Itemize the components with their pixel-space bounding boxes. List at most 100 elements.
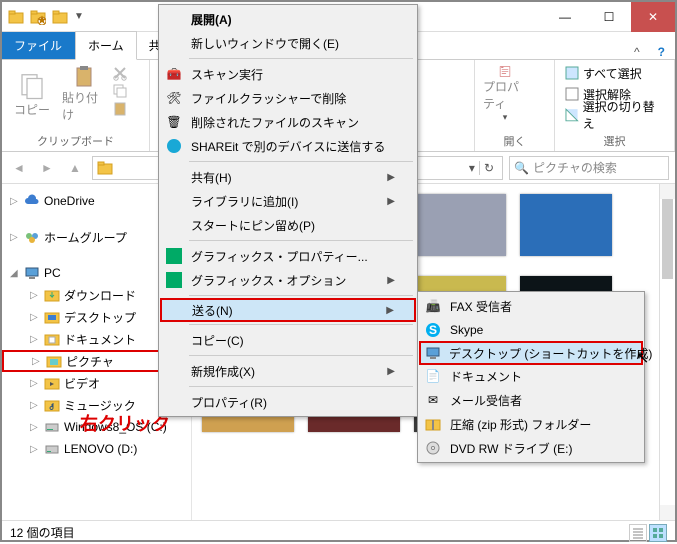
deleted-scan-icon: 🗑 <box>165 113 183 131</box>
view-thumbnails-button[interactable] <box>649 524 667 542</box>
search-placeholder: ピクチャの検索 <box>533 159 617 176</box>
vertical-scrollbar[interactable] <box>659 184 675 520</box>
folder-icon[interactable] <box>52 9 68 25</box>
thumbnail-image <box>520 194 612 256</box>
copy-path-icon[interactable] <box>112 83 128 99</box>
select-all-button[interactable]: すべて選択 <box>561 63 646 83</box>
refresh-button[interactable]: ↻ <box>479 161 498 175</box>
documents-icon <box>44 331 60 347</box>
ctx-gfx-prop[interactable]: グラフィックス・プロパティー... <box>161 244 415 268</box>
select-invert-icon <box>565 108 579 122</box>
thumbnail-item[interactable] <box>520 194 612 260</box>
ctx-crusher[interactable]: 🛠ファイルクラッシャーで削除 <box>161 86 415 110</box>
downloads-icon <box>44 287 60 303</box>
tab-home[interactable]: ホーム <box>75 31 137 60</box>
cut-icon[interactable] <box>112 65 128 81</box>
ctx-copy[interactable]: コピー(C) <box>161 328 415 352</box>
crusher-icon: 🛠 <box>165 89 183 107</box>
skype-icon: S <box>424 321 442 339</box>
nav-up-button[interactable]: ▲ <box>64 157 86 179</box>
dvd-icon <box>424 439 442 457</box>
svg-text:S: S <box>429 323 437 337</box>
ctx-scan[interactable]: 🧰スキャン実行 <box>161 62 415 86</box>
pc-icon <box>24 265 40 281</box>
ctx-pin-start[interactable]: スタートにピン留め(P) <box>161 213 415 237</box>
ctx-new-window[interactable]: 新しいウィンドウで開く(E) <box>161 31 415 55</box>
folder-icon <box>97 160 113 176</box>
new-folder-icon[interactable]: ★ <box>30 9 46 25</box>
ribbon-group-label: 選択 <box>561 131 668 151</box>
tree-d-drive[interactable]: ▷LENOVO (D:) <box>2 438 191 460</box>
ribbon-group-select: すべて選択 選択解除 選択の切り替え 選択 <box>555 60 675 151</box>
scan-icon: 🧰 <box>165 65 183 83</box>
cloud-icon <box>24 193 40 209</box>
ribbon-group-label: クリップボード <box>8 131 143 151</box>
shareit-icon <box>165 137 183 155</box>
ctx-shareit[interactable]: SHAREit で別のデバイスに送信する <box>161 134 415 158</box>
drive-icon <box>44 419 60 435</box>
ctx-properties[interactable]: プロパティ(R) <box>161 390 415 414</box>
desktop-shortcut-icon <box>425 344 441 362</box>
close-button[interactable]: ✕ <box>631 2 675 32</box>
intel-icon <box>165 271 183 289</box>
details-view-icon <box>632 527 644 539</box>
ctx-share[interactable]: 共有(H)▶ <box>161 165 415 189</box>
item-count: 12 個の項目 <box>10 524 75 541</box>
copy-button[interactable]: コピー <box>8 63 56 125</box>
properties-button[interactable]: プロパティ ▾ <box>481 63 529 125</box>
sendto-mail[interactable]: ✉メール受信者 <box>420 388 642 412</box>
thumbnail-image <box>414 194 506 256</box>
scrollbar-thumb[interactable] <box>662 199 673 279</box>
select-none-icon <box>565 87 579 101</box>
context-menu: 展開(A) 新しいウィンドウで開く(E) 🧰スキャン実行 🛠ファイルクラッシャー… <box>158 4 418 417</box>
nav-forward-button[interactable]: ► <box>36 157 58 179</box>
ctx-send-to[interactable]: 送る(N)▶ <box>160 298 416 322</box>
sendto-dvd[interactable]: DVD RW ドライブ (E:) <box>420 436 642 460</box>
intel-icon <box>165 247 183 265</box>
ctx-expand[interactable]: 展開(A) <box>161 7 415 31</box>
ctx-gfx-opt[interactable]: グラフィックス・オプション▶ <box>161 268 415 292</box>
cursor-icon: ↖ <box>636 348 649 368</box>
qat-dropdown-icon[interactable]: ▼ <box>74 11 84 22</box>
maximize-button[interactable]: ☐ <box>587 2 631 32</box>
status-bar: 12 個の項目 <box>2 520 675 544</box>
tab-file[interactable]: ファイル <box>2 32 75 59</box>
send-to-submenu: 📠FAX 受信者 SSkype デスクトップ (ショートカットを作成) 📄ドキュ… <box>417 291 645 463</box>
annotation-right-click: 右クリック <box>80 410 170 436</box>
sendto-desktop-shortcut[interactable]: デスクトップ (ショートカットを作成) <box>419 341 643 365</box>
drive-icon <box>44 441 60 457</box>
paste-button[interactable]: 貼り付け <box>60 63 108 125</box>
svg-text:★: ★ <box>37 13 46 25</box>
copy-icon <box>17 71 47 101</box>
mail-icon: ✉ <box>424 391 442 409</box>
help-icon[interactable]: ? <box>648 45 675 59</box>
nav-back-button[interactable]: ◄ <box>8 157 30 179</box>
ribbon-group-clipboard: コピー 貼り付け クリップボード <box>2 60 150 151</box>
thumb-view-icon <box>652 527 664 539</box>
ribbon-collapse-icon[interactable]: ^ <box>626 45 648 59</box>
properties-icon <box>490 65 520 78</box>
ctx-new[interactable]: 新規作成(X)▶ <box>161 359 415 383</box>
folder-app-icon <box>8 9 24 25</box>
ctx-add-library[interactable]: ライブラリに追加(I)▶ <box>161 189 415 213</box>
pictures-icon <box>46 353 62 369</box>
select-invert-button[interactable]: 選択の切り替え <box>561 105 668 125</box>
sendto-fax[interactable]: 📠FAX 受信者 <box>420 294 642 318</box>
address-dropdown-icon[interactable]: ▾ <box>469 161 475 175</box>
view-toggle <box>629 524 667 542</box>
search-box[interactable]: 🔍 ピクチャの検索 <box>509 156 669 180</box>
sendto-skype[interactable]: SSkype <box>420 318 642 342</box>
thumbnail-item[interactable] <box>414 194 506 260</box>
desktop-icon <box>44 309 60 325</box>
sendto-documents[interactable]: 📄ドキュメント <box>420 364 642 388</box>
sendto-zip[interactable]: 圧縮 (zip 形式) フォルダー <box>420 412 642 436</box>
paste-shortcut-icon[interactable] <box>112 101 128 117</box>
minimize-button[interactable]: — <box>543 2 587 32</box>
ribbon-group-label: 開く <box>481 131 548 151</box>
ctx-deleted-scan[interactable]: 🗑削除されたファイルのスキャン <box>161 110 415 134</box>
videos-icon <box>44 375 60 391</box>
homegroup-icon <box>24 229 40 245</box>
quick-access-toolbar: ★ ▼ <box>2 9 84 25</box>
paste-icon <box>69 65 99 89</box>
view-details-button[interactable] <box>629 524 647 542</box>
